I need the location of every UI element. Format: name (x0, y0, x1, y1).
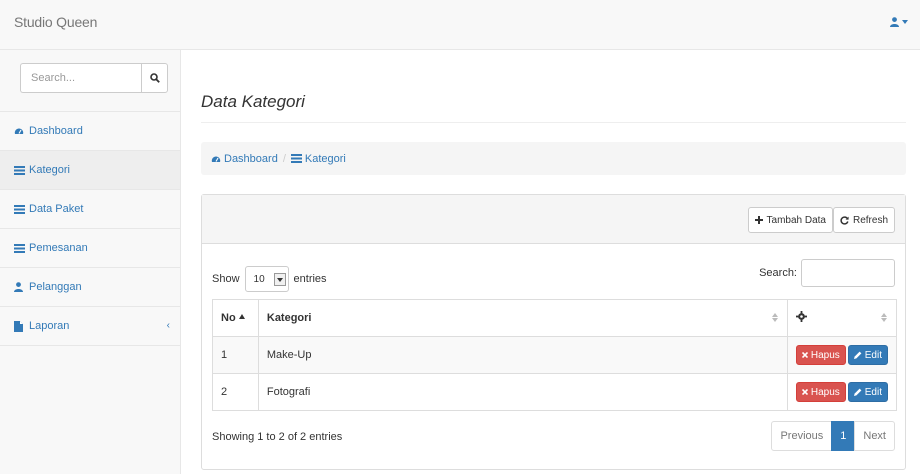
sidebar: Dashboard Kategori Data Paket Pemesanan … (0, 50, 181, 474)
column-header-no[interactable]: No (212, 299, 259, 337)
table-header-row: No Kategori (212, 299, 898, 337)
sidebar-item-label: Dashboard (29, 125, 83, 137)
sidebar-item-label: Data Paket (29, 203, 84, 215)
sort-icon (771, 313, 778, 322)
sidebar-item-label: Kategori (29, 164, 70, 176)
sidebar-item-data-paket[interactable]: Data Paket (0, 190, 180, 229)
delete-button[interactable]: Hapus (795, 345, 846, 365)
table-search: Search: (759, 259, 895, 287)
sidebar-item-label: Pelanggan (29, 281, 82, 293)
edit-label: Edit (864, 349, 882, 361)
edit-button[interactable]: Edit (847, 345, 888, 365)
list-icon (290, 154, 302, 163)
cell-actions: Hapus Edit (786, 336, 898, 374)
table-row: 1 Make-Up Hapus Edit (212, 336, 898, 374)
pagination-previous[interactable]: Previous (771, 421, 833, 451)
cell-kategori: Make-Up (257, 336, 788, 374)
add-data-label: Tambah Data (766, 214, 826, 226)
user-icon (890, 17, 899, 27)
sidebar-search (0, 50, 180, 112)
cell-kategori: Fotografi (257, 373, 788, 411)
pencil-icon (853, 351, 862, 359)
show-label: Show (212, 273, 240, 285)
cell-no: 1 (212, 336, 259, 374)
search-icon (149, 73, 160, 83)
entries-select-value: 10 (253, 273, 265, 285)
edit-button[interactable]: Edit (847, 382, 888, 402)
sort-ascending-icon (238, 314, 245, 319)
table-search-label: Search: (759, 267, 797, 279)
search-button[interactable] (141, 63, 168, 93)
refresh-button[interactable]: Refresh (832, 207, 895, 233)
delete-label: Hapus (810, 386, 840, 398)
sidebar-item-label: Laporan (29, 320, 70, 332)
page-title: Data Kategori (201, 92, 305, 111)
file-icon (14, 320, 26, 332)
kategori-table: No Kategori 1 Make-Up Hapus Edit 2 Fotog… (212, 299, 898, 411)
title-divider (201, 122, 906, 123)
table-info: Showing 1 to 2 of 2 entries (212, 431, 343, 443)
delete-label: Hapus (810, 349, 840, 361)
refresh-label: Refresh (852, 214, 888, 226)
breadcrumb: Dashboard / Kategori (201, 142, 906, 175)
add-data-button[interactable]: Tambah Data (747, 207, 833, 233)
dashboard-icon (211, 154, 221, 164)
close-icon (801, 389, 808, 395)
cell-no: 2 (212, 373, 259, 411)
breadcrumb-kategori-link[interactable]: Kategori (305, 153, 346, 165)
search-input[interactable] (20, 63, 141, 93)
sidebar-item-pelanggan[interactable]: Pelanggan (0, 268, 180, 307)
sidebar-item-kategori[interactable]: Kategori (0, 151, 180, 190)
brand-link[interactable]: Studio Queen (14, 14, 97, 30)
cell-actions: Hapus Edit (786, 373, 898, 411)
column-header-label: Kategori (266, 312, 312, 324)
sidebar-item-laporan[interactable]: Laporan ‹ (0, 307, 180, 346)
column-header-kategori[interactable]: Kategori (257, 299, 788, 337)
sort-icon (881, 313, 887, 322)
sidebar-item-label: Pemesanan (29, 242, 88, 254)
table-row: 2 Fotografi Hapus Edit (212, 373, 898, 411)
kategori-panel: Tambah Data Refresh Show 10 entries Sear… (201, 194, 906, 470)
pencil-icon (853, 388, 862, 396)
edit-label: Edit (864, 386, 882, 398)
user-icon (14, 282, 26, 292)
gear-icon (795, 311, 807, 322)
table-search-input[interactable] (801, 259, 895, 287)
column-header-actions[interactable] (786, 299, 898, 337)
sidebar-item-pemesanan[interactable]: Pemesanan (0, 229, 180, 268)
user-menu[interactable] (890, 17, 908, 27)
sidebar-item-dashboard[interactable]: Dashboard (0, 112, 180, 151)
entries-label: entries (293, 273, 327, 285)
column-header-label: No (221, 312, 236, 324)
pagination-page[interactable]: 1 (831, 421, 856, 451)
breadcrumb-separator: / (282, 152, 286, 165)
delete-button[interactable]: Hapus (795, 382, 846, 402)
list-icon (14, 243, 26, 253)
plus-icon (754, 216, 763, 224)
chevron-left-icon: ‹ (166, 320, 170, 331)
entries-select[interactable]: 10 (244, 266, 289, 292)
breadcrumb-dashboard-link[interactable]: Dashboard (224, 153, 278, 165)
entries-length-control: Show 10 entries (212, 266, 327, 292)
chevron-down-icon (273, 273, 286, 286)
chevron-down-icon (902, 20, 908, 24)
list-icon (14, 204, 26, 214)
pagination: Previous 1 Next (771, 421, 895, 451)
pagination-next[interactable]: Next (854, 421, 895, 451)
dashboard-icon (14, 126, 26, 136)
top-navbar: Studio Queen (0, 0, 920, 50)
list-icon (14, 165, 26, 175)
close-icon (801, 352, 808, 358)
panel-heading: Tambah Data Refresh (202, 195, 905, 244)
refresh-icon (840, 215, 849, 225)
